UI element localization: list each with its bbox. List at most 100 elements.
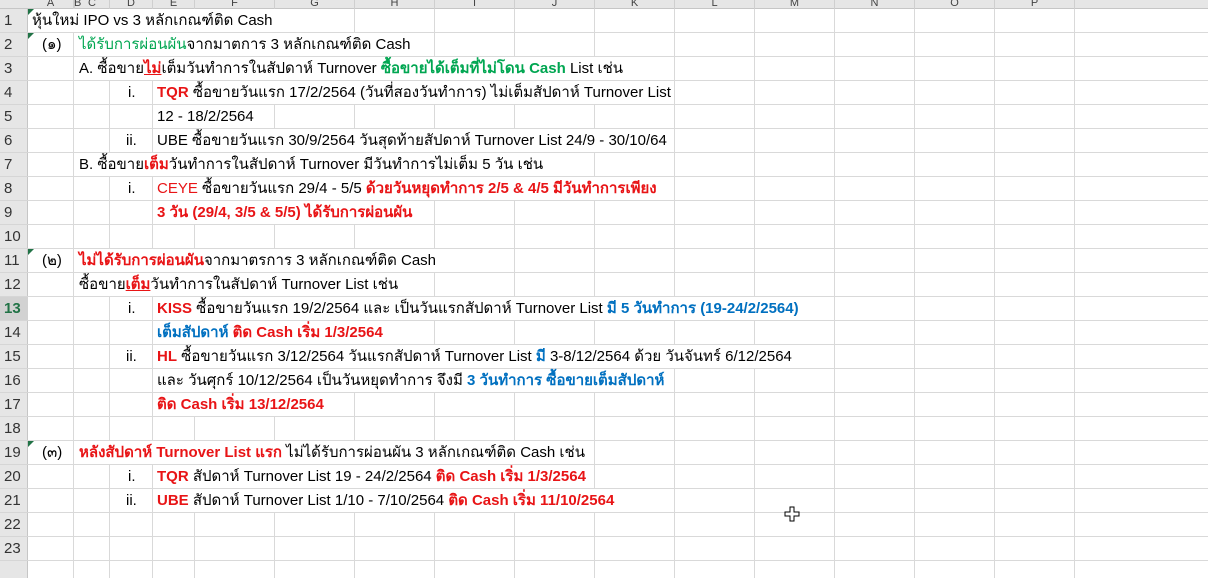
cell-text-run: i. xyxy=(128,84,136,101)
cell-text-run: ii. xyxy=(126,132,137,149)
cell-e6[interactable]: UBE ซื้อขายวันแรก 30/9/2564 วันสุดท้ายสั… xyxy=(157,129,667,153)
cell-text-run: TQR xyxy=(157,84,189,101)
cell-text-run: ไม่ได้รับการผ่อนผัน 3 หลักเกณฑ์ติด Cash … xyxy=(282,444,585,461)
cell-text-run: UBE xyxy=(157,492,189,509)
column-header-d[interactable]: D xyxy=(110,0,153,9)
cell-d20[interactable]: i. xyxy=(128,465,136,489)
column-header-p[interactable]: P xyxy=(995,0,1075,9)
grid-row-line xyxy=(28,560,1208,561)
cell-e5[interactable]: 12 - 18/2/2564 xyxy=(157,105,254,129)
cell-e9[interactable]: 3 วัน (29/4, 3/5 & 5/5) ได้รับการผ่อนผัน xyxy=(157,201,412,225)
cell-note-indicator-icon[interactable] xyxy=(28,441,34,447)
row-header-4[interactable]: 4 xyxy=(0,81,28,105)
spreadsheet-grid[interactable]: ABCDEFGHIJKLMNOP1หุ้นใหม่ IPO vs 3 หลักเ… xyxy=(0,0,1208,578)
row-header-8[interactable]: 8 xyxy=(0,177,28,201)
row-header-19[interactable]: 19 xyxy=(0,441,28,465)
cell-d21[interactable]: ii. xyxy=(126,489,137,513)
cell-e20[interactable]: TQR สัปดาห์ Turnover List 19 - 24/2/2564… xyxy=(157,465,586,489)
column-header-f[interactable]: F xyxy=(195,0,275,9)
row-header-23[interactable]: 23 xyxy=(0,537,28,561)
cell-e17[interactable]: ติด Cash เริ่ม 13/12/2564 xyxy=(157,393,324,417)
column-header-k[interactable]: K xyxy=(595,0,675,9)
row-header-18[interactable]: 18 xyxy=(0,417,28,441)
cell-text-run: ติด Cash เริ่ม 1/3/2564 xyxy=(232,324,383,341)
cell-e14[interactable]: เต็มสัปดาห์ ติด Cash เริ่ม 1/3/2564 xyxy=(157,321,383,345)
cell-text-run: ซื้อขายวันแรก 29/4 - 5/5 xyxy=(197,180,366,197)
row-header-17[interactable]: 17 xyxy=(0,393,28,417)
cell-c7[interactable]: B. ซื้อขายเต็มวันทำการในสัปดาห์ Turnover… xyxy=(79,153,543,177)
cell-e13[interactable]: KISS ซื้อขายวันแรก 19/2/2564 และ เป็นวัน… xyxy=(157,297,799,321)
cell-a1[interactable]: หุ้นใหม่ IPO vs 3 หลักเกณฑ์ติด Cash xyxy=(32,9,273,33)
column-header-l[interactable]: L xyxy=(675,0,755,9)
cell-e15[interactable]: HL ซื้อขายวันแรก 3/12/2564 วันแรกสัปดาห์… xyxy=(157,345,792,369)
cell-c2[interactable]: ได้รับการผ่อนผันจากมาตการ 3 หลักเกณฑ์ติด… xyxy=(79,33,411,57)
cell-c19[interactable]: หลังสัปดาห์ Turnover List แรก ไม่ได้รับก… xyxy=(79,441,585,465)
row-header-16[interactable]: 16 xyxy=(0,369,28,393)
cell-e8[interactable]: CEYE ซื้อขายวันแรก 29/4 - 5/5 ด้วยวันหยุ… xyxy=(157,177,657,201)
cell-text-run: ไม่ xyxy=(144,60,162,77)
cell-text-run: A. ซื้อขาย xyxy=(79,60,144,77)
cell-d8[interactable]: i. xyxy=(128,177,136,201)
row-header-15[interactable]: 15 xyxy=(0,345,28,369)
grid-column-line xyxy=(754,9,755,578)
cell-d15[interactable]: ii. xyxy=(126,345,137,369)
column-header-o[interactable]: O xyxy=(915,0,995,9)
cell-d13[interactable]: i. xyxy=(128,297,136,321)
row-header-5[interactable]: 5 xyxy=(0,105,28,129)
row-header-22[interactable]: 22 xyxy=(0,513,28,537)
cell-text-run: เต็ม xyxy=(144,156,169,173)
cell-text-run: เต็มสัปดาห์ xyxy=(157,324,233,341)
column-header-i[interactable]: I xyxy=(435,0,515,9)
cell-text-run: (๓) xyxy=(42,444,63,461)
row-header-11[interactable]: 11 xyxy=(0,249,28,273)
cell-d6[interactable]: ii. xyxy=(126,129,137,153)
column-header-g[interactable]: G xyxy=(275,0,355,9)
row-header-3[interactable]: 3 xyxy=(0,57,28,81)
cell-a2[interactable]: (๑) xyxy=(42,33,62,57)
row-header-2[interactable]: 2 xyxy=(0,33,28,57)
row-header-10[interactable]: 10 xyxy=(0,225,28,249)
cell-text-run: ติด Cash เริ่ม 13/12/2564 xyxy=(157,396,324,413)
cell-text-run: 12 - 18/2/2564 xyxy=(157,108,254,125)
column-header-a[interactable]: A xyxy=(28,0,74,9)
row-header-14[interactable]: 14 xyxy=(0,321,28,345)
row-header-21[interactable]: 21 xyxy=(0,489,28,513)
cell-text-run: หุ้นใหม่ IPO vs 3 หลักเกณฑ์ติด Cash xyxy=(32,12,273,29)
cell-text-run: TQR xyxy=(157,468,189,485)
column-header-c[interactable]: C xyxy=(75,0,110,9)
row-header-20[interactable]: 20 xyxy=(0,465,28,489)
cell-e16[interactable]: และ วันศุกร์ 10/12/2564 เป็นวันหยุดทำการ… xyxy=(157,369,664,393)
cell-note-indicator-icon[interactable] xyxy=(28,249,34,255)
column-header-h[interactable]: H xyxy=(355,0,435,9)
cell-note-indicator-icon[interactable] xyxy=(28,9,34,15)
row-header-9[interactable]: 9 xyxy=(0,201,28,225)
cell-text-run: i. xyxy=(128,180,136,197)
cell-text-run: ซื้อขายวันแรก 17/2/2564 (วันที่สองวันทำก… xyxy=(188,84,671,101)
cell-c3[interactable]: A. ซื้อขายไม่เต็มวันทำการในสัปดาห์ Turno… xyxy=(79,57,623,81)
cell-a11[interactable]: (๒) xyxy=(42,249,62,273)
cell-text-run: 3 วัน (29/4, 3/5 & 5/5) ได้รับการผ่อนผัน xyxy=(157,204,413,221)
cell-note-indicator-icon[interactable] xyxy=(28,33,34,39)
row-header-12[interactable]: 12 xyxy=(0,273,28,297)
grid-row-line xyxy=(28,536,1208,537)
cell-text-run: ซื้อขายวันแรก 19/2/2564 และ เป็นวันแรกสั… xyxy=(192,300,607,317)
row-header-7[interactable]: 7 xyxy=(0,153,28,177)
row-header-6[interactable]: 6 xyxy=(0,129,28,153)
cell-text-run: (๑) xyxy=(42,36,62,53)
cell-c11[interactable]: ไม่ได้รับการผ่อนผันจากมาตรการ 3 หลักเกณฑ… xyxy=(79,249,436,273)
cell-text-run: จากมาตการ 3 หลักเกณฑ์ติด Cash xyxy=(186,36,411,53)
column-header-e[interactable]: E xyxy=(153,0,195,9)
grid-column-line xyxy=(1074,9,1075,578)
cell-a19[interactable]: (๓) xyxy=(42,441,62,465)
cell-e21[interactable]: UBE สัปดาห์ Turnover List 1/10 - 7/10/25… xyxy=(157,489,614,513)
column-header-j[interactable]: J xyxy=(515,0,595,9)
row-header-1[interactable]: 1 xyxy=(0,9,28,33)
cell-text-run: และ วันศุกร์ 10/12/2564 เป็นวันหยุดทำการ… xyxy=(157,372,468,389)
row-header-13[interactable]: 13 xyxy=(0,297,28,321)
cell-e4[interactable]: TQR ซื้อขายวันแรก 17/2/2564 (วันที่สองวั… xyxy=(157,81,671,105)
cell-d4[interactable]: i. xyxy=(128,81,136,105)
cell-text-run: ติด Cash เริ่ม 1/3/2564 xyxy=(435,468,586,485)
cell-c12[interactable]: ซื้อขายเต็มวันทำการในสัปดาห์ Turnover Li… xyxy=(79,273,398,297)
column-header-n[interactable]: N xyxy=(835,0,915,9)
column-header-m[interactable]: M xyxy=(755,0,835,9)
